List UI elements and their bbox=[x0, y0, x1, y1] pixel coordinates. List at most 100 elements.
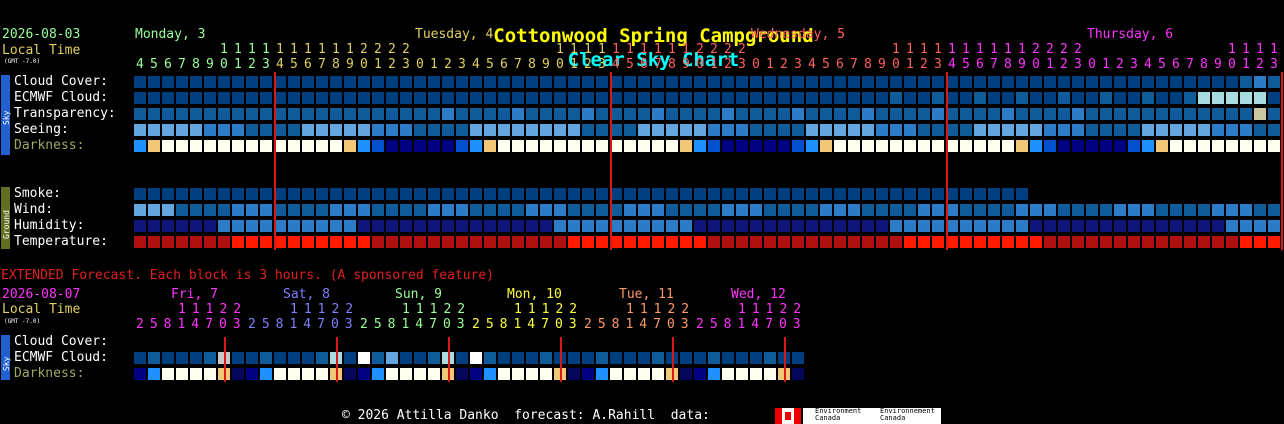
forecast-block[interactable] bbox=[1030, 124, 1042, 136]
forecast-block[interactable] bbox=[162, 188, 174, 200]
extended-block[interactable] bbox=[400, 368, 412, 380]
forecast-block[interactable] bbox=[372, 220, 384, 232]
forecast-block[interactable] bbox=[694, 236, 706, 248]
forecast-block[interactable] bbox=[792, 124, 804, 136]
forecast-block[interactable] bbox=[1058, 220, 1070, 232]
forecast-block[interactable] bbox=[1072, 76, 1084, 88]
forecast-block[interactable] bbox=[722, 92, 734, 104]
forecast-block[interactable] bbox=[708, 220, 720, 232]
forecast-block[interactable] bbox=[372, 76, 384, 88]
forecast-block[interactable] bbox=[540, 204, 552, 216]
forecast-block[interactable] bbox=[694, 220, 706, 232]
forecast-block[interactable] bbox=[1268, 76, 1280, 88]
forecast-block[interactable] bbox=[694, 108, 706, 120]
extended-block[interactable] bbox=[694, 368, 706, 380]
forecast-block[interactable] bbox=[344, 124, 356, 136]
forecast-block[interactable] bbox=[778, 108, 790, 120]
forecast-block[interactable] bbox=[330, 92, 342, 104]
forecast-block[interactable] bbox=[680, 188, 692, 200]
forecast-block[interactable] bbox=[960, 108, 972, 120]
forecast-block[interactable] bbox=[162, 92, 174, 104]
forecast-block[interactable] bbox=[456, 220, 468, 232]
forecast-block[interactable] bbox=[1128, 124, 1140, 136]
forecast-block[interactable] bbox=[624, 140, 636, 152]
forecast-block[interactable] bbox=[1142, 108, 1154, 120]
forecast-block[interactable] bbox=[764, 188, 776, 200]
forecast-block[interactable] bbox=[596, 92, 608, 104]
forecast-block[interactable] bbox=[918, 76, 930, 88]
forecast-block[interactable] bbox=[806, 236, 818, 248]
forecast-block[interactable] bbox=[540, 236, 552, 248]
forecast-block[interactable] bbox=[876, 204, 888, 216]
forecast-block[interactable] bbox=[1002, 220, 1014, 232]
forecast-block[interactable] bbox=[1086, 140, 1098, 152]
forecast-block[interactable] bbox=[708, 124, 720, 136]
forecast-block[interactable] bbox=[288, 204, 300, 216]
forecast-block[interactable] bbox=[190, 220, 202, 232]
forecast-block[interactable] bbox=[470, 236, 482, 248]
forecast-block[interactable] bbox=[1212, 204, 1224, 216]
forecast-block[interactable] bbox=[568, 76, 580, 88]
forecast-block[interactable] bbox=[1254, 124, 1266, 136]
forecast-block[interactable] bbox=[764, 108, 776, 120]
forecast-block[interactable] bbox=[190, 236, 202, 248]
forecast-block[interactable] bbox=[582, 76, 594, 88]
forecast-block[interactable] bbox=[1030, 92, 1042, 104]
forecast-block[interactable] bbox=[316, 76, 328, 88]
forecast-block[interactable] bbox=[134, 236, 146, 248]
forecast-block[interactable] bbox=[624, 76, 636, 88]
forecast-block[interactable] bbox=[1002, 140, 1014, 152]
forecast-block[interactable] bbox=[372, 204, 384, 216]
forecast-block[interactable] bbox=[358, 76, 370, 88]
forecast-block[interactable] bbox=[218, 124, 230, 136]
extended-block[interactable] bbox=[624, 352, 636, 364]
forecast-block[interactable] bbox=[778, 76, 790, 88]
forecast-block[interactable] bbox=[568, 220, 580, 232]
forecast-block[interactable] bbox=[1254, 204, 1266, 216]
forecast-block[interactable] bbox=[792, 236, 804, 248]
forecast-block[interactable] bbox=[386, 108, 398, 120]
forecast-block[interactable] bbox=[960, 124, 972, 136]
forecast-block[interactable] bbox=[470, 188, 482, 200]
forecast-block[interactable] bbox=[512, 76, 524, 88]
extended-block[interactable] bbox=[568, 352, 580, 364]
forecast-block[interactable] bbox=[722, 236, 734, 248]
forecast-block[interactable] bbox=[582, 108, 594, 120]
forecast-block[interactable] bbox=[372, 236, 384, 248]
extended-block[interactable] bbox=[456, 368, 468, 380]
forecast-block[interactable] bbox=[876, 108, 888, 120]
forecast-block[interactable] bbox=[1016, 140, 1028, 152]
forecast-block[interactable] bbox=[778, 236, 790, 248]
extended-block[interactable] bbox=[162, 352, 174, 364]
forecast-block[interactable] bbox=[386, 236, 398, 248]
forecast-block[interactable] bbox=[666, 108, 678, 120]
forecast-block[interactable] bbox=[1072, 92, 1084, 104]
forecast-block[interactable] bbox=[344, 236, 356, 248]
forecast-block[interactable] bbox=[1170, 236, 1182, 248]
forecast-block[interactable] bbox=[148, 204, 160, 216]
forecast-block[interactable] bbox=[652, 204, 664, 216]
forecast-block[interactable] bbox=[498, 92, 510, 104]
forecast-block[interactable] bbox=[708, 92, 720, 104]
forecast-block[interactable] bbox=[890, 188, 902, 200]
extended-block[interactable] bbox=[568, 368, 580, 380]
forecast-block[interactable] bbox=[134, 188, 146, 200]
forecast-block[interactable] bbox=[1226, 124, 1238, 136]
forecast-block[interactable] bbox=[400, 140, 412, 152]
extended-block[interactable] bbox=[176, 368, 188, 380]
forecast-block[interactable] bbox=[778, 204, 790, 216]
forecast-block[interactable] bbox=[512, 188, 524, 200]
forecast-block[interactable] bbox=[750, 188, 762, 200]
forecast-block[interactable] bbox=[932, 236, 944, 248]
forecast-block[interactable] bbox=[456, 188, 468, 200]
forecast-block[interactable] bbox=[974, 92, 986, 104]
forecast-block[interactable] bbox=[190, 124, 202, 136]
forecast-block[interactable] bbox=[232, 140, 244, 152]
forecast-block[interactable] bbox=[848, 140, 860, 152]
extended-block[interactable] bbox=[162, 368, 174, 380]
forecast-block[interactable] bbox=[806, 124, 818, 136]
forecast-block[interactable] bbox=[708, 236, 720, 248]
forecast-block[interactable] bbox=[1156, 140, 1168, 152]
forecast-block[interactable] bbox=[1002, 76, 1014, 88]
extended-block[interactable] bbox=[610, 368, 622, 380]
